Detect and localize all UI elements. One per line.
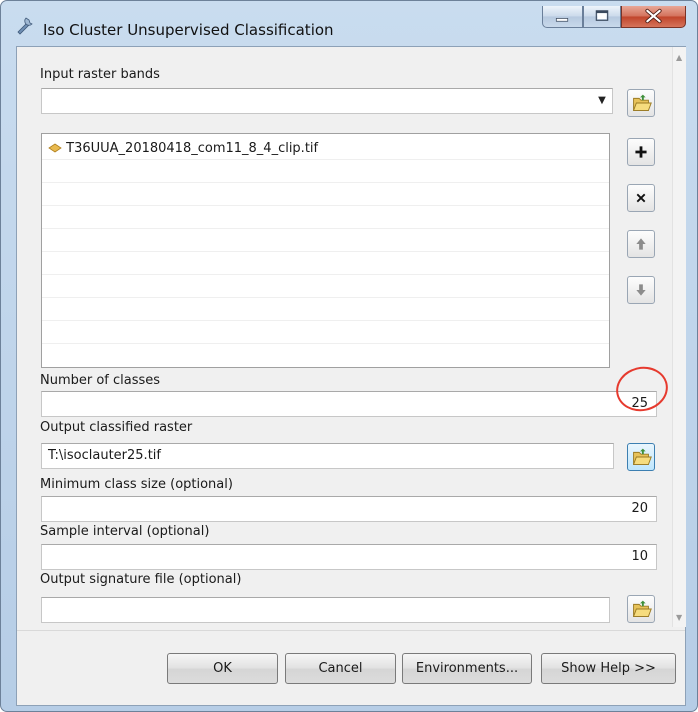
browse-output-raster-button[interactable] (627, 443, 655, 471)
output-signature-file-label: Output signature file (optional) (40, 572, 242, 587)
remove-raster-button[interactable] (627, 184, 655, 212)
number-of-classes-field[interactable]: 25 (41, 391, 657, 417)
number-of-classes-label: Number of classes (40, 373, 161, 388)
move-up-button[interactable] (627, 230, 655, 258)
list-divider (42, 159, 609, 160)
move-down-button[interactable] (627, 276, 655, 304)
list-item[interactable]: T36UUA_20180418_com11_8_4_clip.tif (48, 141, 318, 156)
browse-signature-file-button[interactable] (627, 595, 655, 623)
minimum-class-size-field[interactable]: 20 (41, 496, 657, 522)
cancel-button[interactable]: Cancel (285, 653, 396, 684)
list-divider (42, 320, 609, 321)
minimum-class-size-label: Minimum class size (optional) (40, 477, 233, 492)
dialog-footer: OK Cancel Environments... Show Help >> (17, 630, 685, 705)
move-up-icon (636, 238, 646, 250)
add-raster-button[interactable] (627, 138, 655, 166)
ok-button[interactable]: OK (167, 653, 278, 684)
window-title: Iso Cluster Unsupervised Classification (43, 21, 334, 39)
open-folder-icon (632, 448, 652, 465)
close-icon (645, 8, 662, 24)
output-classified-raster-field[interactable]: T:\isoclauter25.tif (41, 443, 614, 469)
vertical-scrollbar[interactable]: ▲ ▼ (672, 47, 686, 627)
sample-interval-field[interactable]: 10 (41, 544, 657, 570)
list-divider (42, 251, 609, 252)
close-button[interactable] (621, 6, 686, 28)
input-raster-bands-label: Input raster bands (40, 67, 160, 82)
output-classified-raster-label: Output classified raster (40, 420, 193, 435)
title-bar[interactable]: Iso Cluster Unsupervised Classification (1, 1, 697, 45)
minimize-icon (555, 18, 569, 22)
sample-interval-value: 10 (631, 549, 648, 564)
list-divider (42, 343, 609, 344)
raster-layer-icon (48, 143, 62, 153)
input-raster-bands-combo[interactable]: ▼ (41, 88, 613, 114)
list-divider (42, 228, 609, 229)
list-divider (42, 274, 609, 275)
dialog-window: Iso Cluster Unsupervised Classification … (0, 0, 698, 712)
list-divider (42, 205, 609, 206)
browse-input-button[interactable] (627, 89, 655, 117)
scroll-down-icon[interactable]: ▼ (676, 613, 682, 622)
raster-file-name: T36UUA_20180418_com11_8_4_clip.tif (66, 141, 319, 156)
chevron-down-icon[interactable]: ▼ (593, 90, 611, 111)
dialog-client: ▲ ▼ Input raster bands ▼ T36UUA_20180418… (16, 46, 686, 706)
list-divider (42, 182, 609, 183)
environments-button[interactable]: Environments... (402, 653, 532, 684)
open-folder-icon (632, 94, 652, 111)
input-raster-list[interactable]: T36UUA_20180418_com11_8_4_clip.tif (41, 133, 610, 368)
remove-icon (636, 193, 646, 203)
list-divider (42, 297, 609, 298)
add-icon (635, 146, 647, 158)
maximize-button[interactable] (583, 6, 621, 28)
sample-interval-label: Sample interval (optional) (40, 524, 210, 539)
output-signature-file-field[interactable] (41, 597, 610, 623)
scroll-up-icon[interactable]: ▲ (676, 53, 682, 62)
minimize-button[interactable] (542, 6, 583, 28)
show-help-button[interactable]: Show Help >> (541, 653, 676, 684)
minimum-class-size-value: 20 (631, 501, 648, 516)
move-down-icon (636, 284, 646, 296)
maximize-icon (595, 10, 609, 21)
output-classified-raster-value: T:\isoclauter25.tif (48, 448, 161, 463)
toolbox-tool-icon (17, 17, 33, 35)
open-folder-icon (632, 600, 652, 617)
